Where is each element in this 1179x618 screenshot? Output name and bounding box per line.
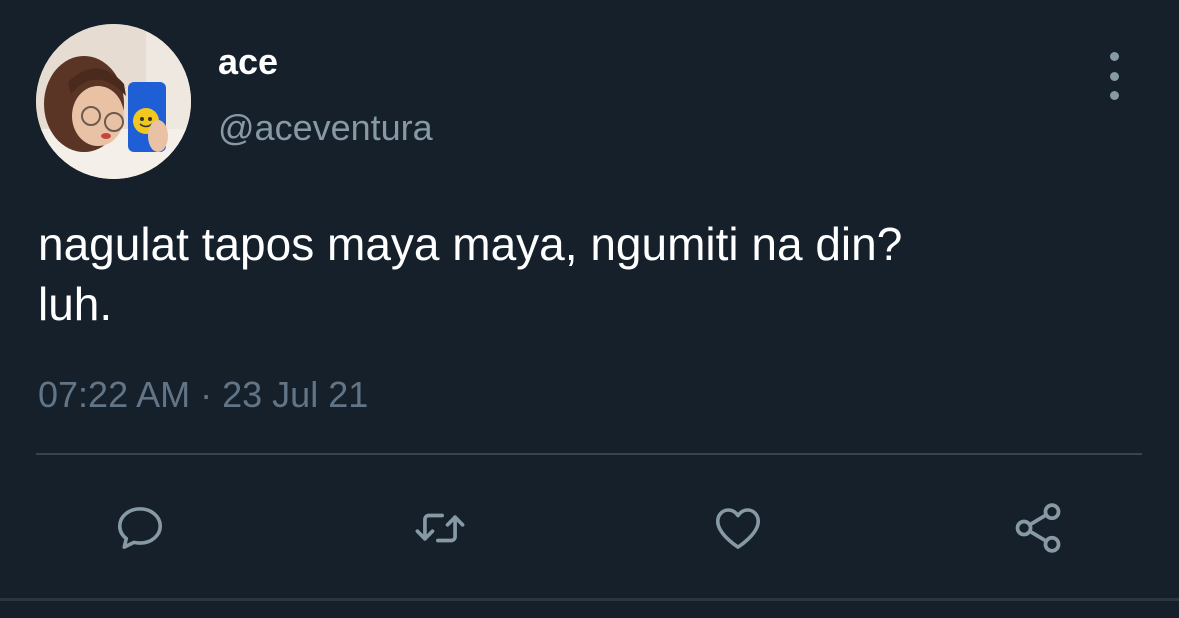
share-icon xyxy=(1015,503,1061,553)
divider xyxy=(36,453,1142,455)
heart-icon xyxy=(715,508,761,549)
retweet-button[interactable] xyxy=(412,500,468,556)
tweet-date: 23 Jul 21 xyxy=(222,374,369,415)
timestamp-separator: · xyxy=(200,374,213,415)
profile-photo-icon xyxy=(36,24,191,179)
reply-button[interactable] xyxy=(112,500,168,556)
avatar[interactable] xyxy=(36,24,191,179)
like-button[interactable] xyxy=(710,500,766,556)
comment-icon xyxy=(117,507,163,549)
tweet-time: 07:22 AM xyxy=(38,374,191,415)
retweet-icon xyxy=(415,513,465,543)
more-options-icon-dot xyxy=(1109,71,1119,81)
user-handle[interactable]: @aceventura xyxy=(218,106,433,150)
tweet-text: nagulat tapos maya maya, ngumiti na din?… xyxy=(38,218,903,330)
tweet-timestamp[interactable]: 07:22 AM · 23 Jul 21 xyxy=(38,373,368,417)
tweet-actions xyxy=(0,500,1179,556)
display-name[interactable]: ace xyxy=(218,40,278,84)
more-options-icon-dot xyxy=(1109,91,1119,100)
more-options-icon xyxy=(1109,52,1119,61)
bottom-divider xyxy=(0,598,1179,601)
share-button[interactable] xyxy=(1010,500,1066,556)
tweet-card: ace @aceventura nagulat tapos maya maya,… xyxy=(0,0,1179,618)
more-options-button[interactable] xyxy=(1094,52,1134,100)
